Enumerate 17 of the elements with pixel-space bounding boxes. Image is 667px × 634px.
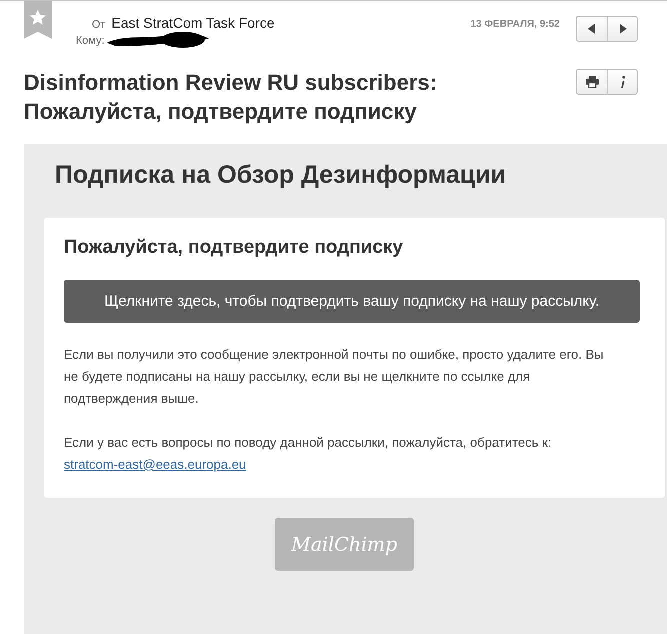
notice-text: Если вы получили это сообщение электронной почты по ошибке, просто удалите его. Вы не будете подписаны на нашу рассылку, если вы не щелкните по ссылке для подтверждения выше.	[64, 346, 605, 408]
subject-text: Disinformation Review RU subscribers:	[24, 69, 438, 97]
to-label: Кому:	[76, 35, 105, 47]
contact-text: Если у вас есть вопросы по поводу данной рассылки, пожалуйста, обратитесь к:	[64, 434, 552, 452]
sender-name[interactable]: East StratCom Task Force	[112, 15, 275, 31]
email-link[interactable]: stratcom-east@eeas.europa.eu	[64, 454, 246, 476]
right-arrow-icon	[618, 24, 626, 34]
card-heading: Пожалуйста, подтвердите подписку	[64, 237, 404, 259]
printer-icon	[586, 76, 598, 88]
subject-text: Пожалуйста, подтвердите подписку	[24, 98, 418, 126]
from-label: От	[92, 19, 106, 31]
left-arrow-icon	[588, 24, 596, 34]
star-bookmark-icon[interactable]	[24, 1, 52, 39]
info-icon	[620, 76, 626, 88]
newsletter-heading: Подписка на Обзор Дезинформации	[55, 161, 508, 190]
confirm-button[interactable]: Щелкните здесь, чтобы подтвердить вашу подписку на нашу рассылку.	[64, 280, 640, 323]
message-date: 13 ФЕВРАЛЯ, 9:52	[470, 19, 560, 30]
